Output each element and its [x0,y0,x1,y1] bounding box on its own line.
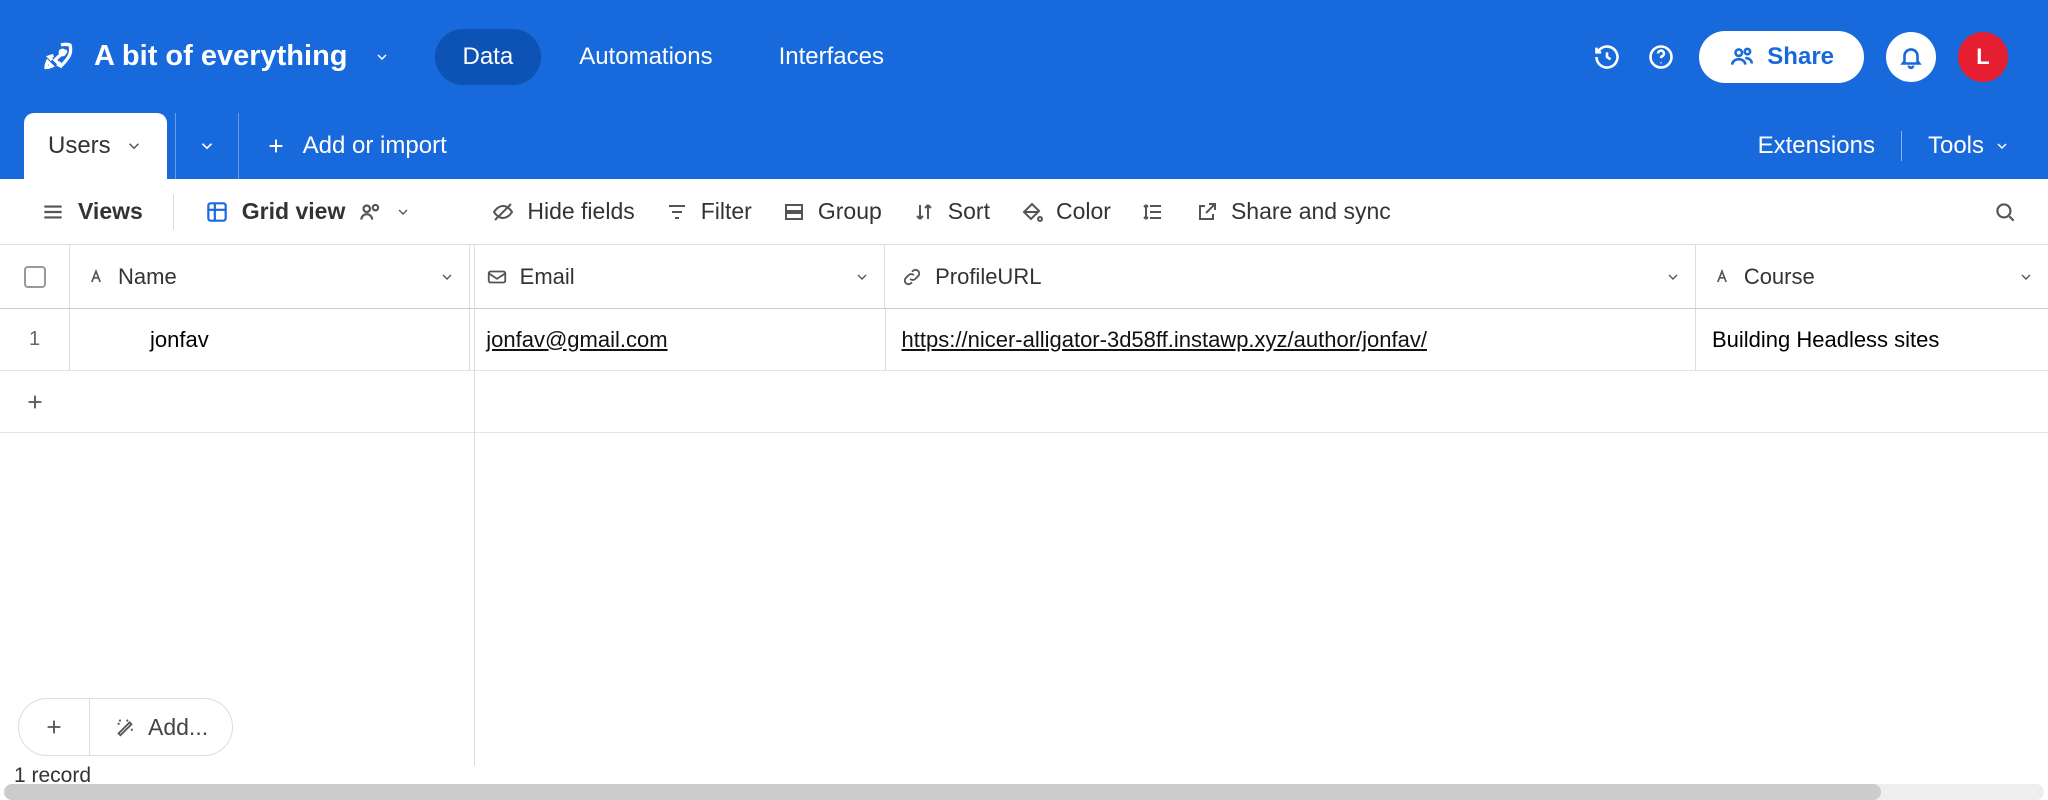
cell-course[interactable]: Building Headless sites [1696,309,2048,370]
help-icon [1647,43,1675,71]
chevron-down-icon[interactable] [439,269,455,285]
chevron-down-icon[interactable] [854,269,870,285]
chevron-down-icon[interactable] [1665,269,1681,285]
chevron-down-icon [125,137,143,155]
filter-button[interactable]: Filter [665,198,752,225]
header-actions: Share L [1591,31,2008,83]
search-button[interactable] [1992,199,2018,225]
nav-tab-interfaces[interactable]: Interfaces [751,29,912,85]
table-tab-users[interactable]: Users [24,113,167,179]
plus-icon [24,391,46,413]
rocket-icon [40,39,76,75]
link-icon [901,266,923,288]
text-field-icon [86,267,106,287]
group-button[interactable]: Group [782,198,882,225]
menu-icon [40,199,66,225]
extensions-button[interactable]: Extensions [1750,132,1883,160]
add-record-button[interactable] [19,699,90,755]
plus-icon [265,135,287,157]
chevron-down-icon [1994,138,2010,154]
add-record-menu[interactable]: Add... [90,699,232,755]
share-icon [1195,200,1219,224]
view-toolbar: Views Grid view Hide fields Filter Group… [0,179,2048,245]
app-title: A bit of everything [94,40,348,73]
add-or-import-label: Add or import [303,132,447,160]
hide-fields-button[interactable]: Hide fields [491,198,634,225]
view-switcher[interactable]: Grid view [204,198,412,225]
scrollbar-thumb[interactable] [4,784,1881,800]
column-header-name[interactable]: Name [70,245,470,308]
cell-email[interactable]: jonfav@gmail.com [470,309,885,370]
share-label: Share [1767,43,1834,71]
cell-name[interactable]: jonfav [70,309,470,370]
chevron-down-icon[interactable] [2018,269,2034,285]
grid-icon [204,199,230,225]
app-header: A bit of everything Data Automations Int… [0,0,2048,113]
table-row[interactable]: 1 jonfav jonfav@gmail.com https://nicer-… [0,309,2048,371]
paint-icon [1020,200,1044,224]
chevron-down-icon [374,49,390,65]
add-record-pill: Add... [18,698,233,756]
views-sidebar-toggle[interactable]: Views [40,198,143,225]
table-tab-label: Users [48,132,111,160]
tablebar-right: Extensions Tools [1750,113,2018,179]
search-icon [1992,199,2018,225]
wand-icon [114,716,136,738]
eye-off-icon [491,200,515,224]
color-button[interactable]: Color [1020,198,1111,225]
share-sync-button[interactable]: Share and sync [1195,198,1391,225]
filter-icon [665,200,689,224]
text-field-icon [1712,267,1732,287]
notifications-button[interactable] [1886,32,1936,82]
history-button[interactable] [1591,41,1623,73]
chevron-down-icon [198,137,216,155]
checkbox-icon [24,266,46,288]
sort-button[interactable]: Sort [912,198,990,225]
people-icon [1729,44,1755,70]
workspace-nav: Data Automations Interfaces [435,29,913,85]
column-header-profileurl[interactable]: ProfileURL [885,245,1696,308]
select-all-cell[interactable] [0,245,70,308]
add-row-button[interactable] [0,371,2048,433]
sort-icon [912,200,936,224]
column-header-email[interactable]: Email [470,245,885,308]
nav-tab-automations[interactable]: Automations [551,29,740,85]
nav-tab-data[interactable]: Data [435,29,542,85]
chevron-down-icon [395,204,411,220]
plus-icon [43,716,65,738]
row-number: 1 [0,309,70,370]
cell-profileurl[interactable]: https://nicer-alligator-3d58ff.instawp.x… [886,309,1696,370]
help-button[interactable] [1645,41,1677,73]
data-grid: Name Email ProfileURL Course 1 jonfav jo… [0,245,2048,800]
history-icon [1593,43,1621,71]
add-or-import-button[interactable]: Add or import [239,113,473,179]
row-height-button[interactable] [1141,200,1165,224]
collaborators-icon [357,199,383,225]
email-icon [486,266,508,288]
grid-header-row: Name Email ProfileURL Course [0,245,2048,309]
column-header-course[interactable]: Course [1696,245,2048,308]
group-icon [782,200,806,224]
table-tab-menu[interactable] [175,113,239,179]
divider [173,194,174,230]
divider [1901,131,1902,161]
row-height-icon [1141,200,1165,224]
horizontal-scrollbar[interactable] [4,784,2044,800]
base-switcher[interactable]: A bit of everything [40,39,390,75]
bell-icon [1898,44,1924,70]
user-avatar[interactable]: L [1958,32,2008,82]
tools-button[interactable]: Tools [1920,132,2018,160]
table-tab-bar: Users Add or import Extensions Tools [0,113,2048,179]
share-button[interactable]: Share [1699,31,1864,83]
